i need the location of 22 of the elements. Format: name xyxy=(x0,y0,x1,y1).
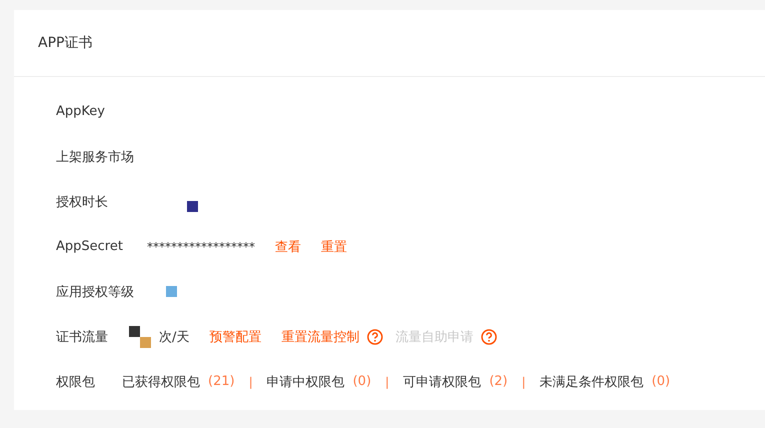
package-count: (2) xyxy=(489,374,508,389)
field-label: 证书流量 xyxy=(56,328,109,346)
package-count: (21) xyxy=(208,374,235,389)
separator: | xyxy=(522,374,526,388)
package-link[interactable]: 未满足条件权限包 xyxy=(540,372,644,390)
package-link[interactable]: 申请中权限包 xyxy=(266,372,345,390)
package-link[interactable]: 已获得权限包 xyxy=(122,372,200,390)
package-link[interactable]: 可申请权限包 xyxy=(403,372,482,390)
card-title: APP证书 xyxy=(38,34,92,52)
field-label: 权限包 xyxy=(56,374,96,390)
separator: | xyxy=(248,374,253,388)
secret-value: ****************** xyxy=(147,240,255,254)
field-label: AppSecret xyxy=(56,239,124,254)
help-icon[interactable] xyxy=(367,328,384,344)
field-label: 授权时长 xyxy=(56,194,109,210)
field-label: 上架服务市场 xyxy=(56,148,135,166)
field-label: 应用授权等级 xyxy=(56,284,135,300)
package-count: (0) xyxy=(352,374,372,389)
separator: | xyxy=(385,374,390,388)
package-count: (0) xyxy=(652,374,670,389)
field-label: AppKey xyxy=(56,104,106,119)
rate-unit: 次/天 xyxy=(159,328,190,346)
